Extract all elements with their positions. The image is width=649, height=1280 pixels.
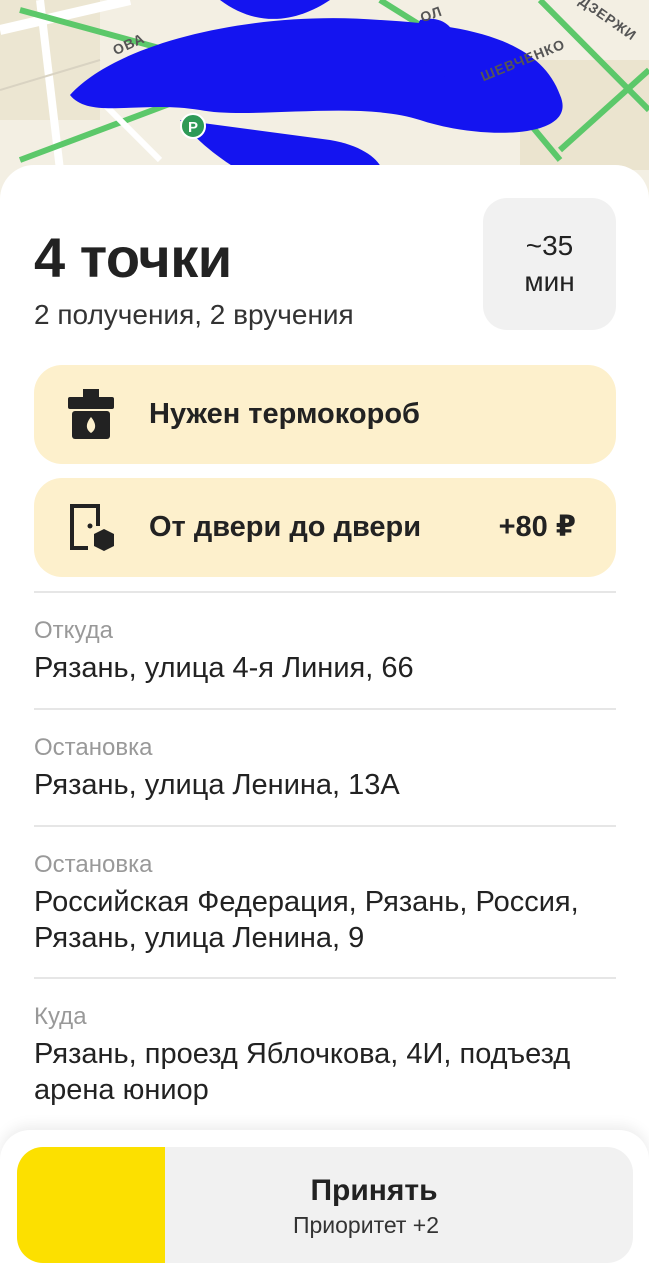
accept-button[interactable]: Принять Приоритет +2	[17, 1147, 633, 1263]
route-point-kind: Куда	[34, 1003, 87, 1030]
route-point-to[interactable]: Куда Рязань, проезд Яблочкова, 4И, подъе…	[34, 1003, 616, 1108]
route-point-stop[interactable]: Остановка Рязань, улица Ленина, 13А	[34, 734, 616, 803]
order-sheet: 4 точки 2 получения, 2 вручения ~35 мин …	[0, 165, 649, 1280]
requirement-label: Нужен термокороб	[149, 398, 420, 430]
door-to-door-requirement[interactable]: От двери до двери +80 ₽	[34, 478, 616, 577]
route-point-address: Российская Федерация, Рязань, Россия, Ря…	[34, 886, 579, 954]
route-point-address: Рязань, проезд Яблочкова, 4И, подъезд ар…	[34, 1038, 571, 1106]
requirement-label: От двери до двери	[149, 511, 422, 543]
route-point-from[interactable]: Откуда Рязань, улица 4-я Линия, 66	[34, 617, 616, 686]
priority-label: Приоритет +2	[292, 1212, 440, 1238]
eta-value: ~35	[525, 230, 574, 261]
thermal-box-icon	[68, 389, 114, 439]
eta-badge: ~35 мин	[483, 198, 616, 330]
route-point-kind: Остановка	[34, 851, 153, 878]
door-to-door-icon	[70, 504, 114, 551]
route-point-address: Рязань, улица Ленина, 13А	[34, 769, 400, 801]
route-point-kind: Откуда	[34, 617, 113, 644]
divider	[34, 591, 616, 593]
divider	[34, 825, 616, 827]
order-subtitle: 2 получения, 2 вручения	[34, 299, 354, 330]
eta-unit: мин	[524, 266, 575, 297]
bonus-amount: +80 ₽	[498, 511, 576, 543]
divider	[34, 977, 616, 979]
parking-icon[interactable]: P	[180, 113, 206, 139]
order-title: 4 точки	[34, 226, 232, 289]
accept-label: Принять	[310, 1174, 438, 1207]
route-point-kind: Остановка	[34, 734, 153, 761]
bottom-action-bar: Принять Приоритет +2	[0, 1130, 649, 1280]
thermal-box-requirement[interactable]: Нужен термокороб	[34, 365, 616, 464]
divider	[34, 708, 616, 710]
route-point-stop[interactable]: Остановка Российская Федерация, Рязань, …	[34, 851, 616, 956]
route-point-address: Рязань, улица 4-я Линия, 66	[34, 652, 414, 684]
